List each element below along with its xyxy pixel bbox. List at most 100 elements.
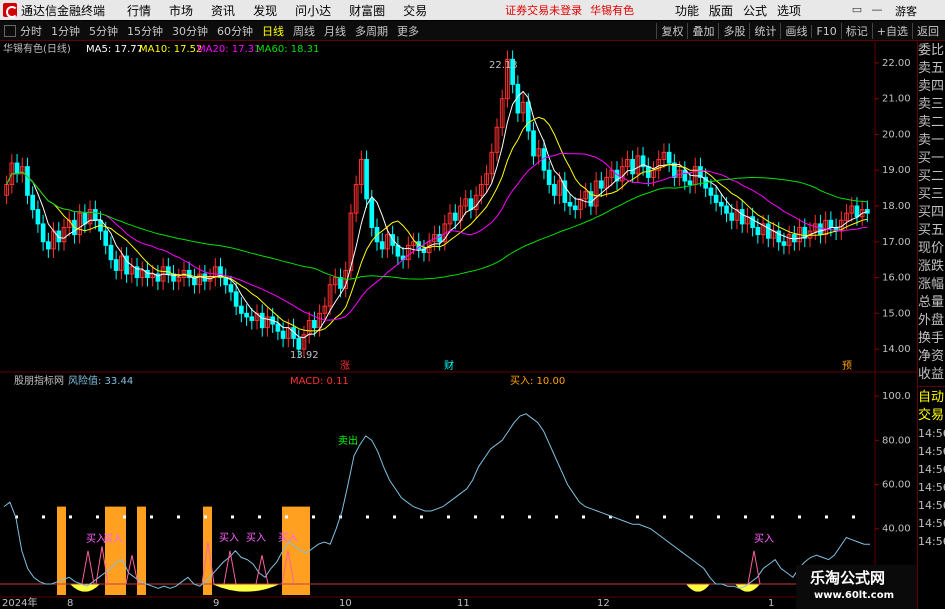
menu-market[interactable]: 市场 xyxy=(169,2,193,19)
ma60-legend: MA60: 18.31 xyxy=(256,44,319,55)
tick-time: 14:56 xyxy=(918,499,945,512)
menu-layout[interactable]: 版面 xyxy=(709,2,733,19)
ma-lines xyxy=(6,90,868,339)
signal-dot xyxy=(636,515,639,519)
candle-body xyxy=(546,169,552,186)
menu-quotes[interactable]: 行情 xyxy=(127,2,151,19)
menu-ask[interactable]: 问小达 xyxy=(295,2,331,19)
period-weekly[interactable]: 周线 xyxy=(293,23,315,39)
mark-button[interactable]: 标记 xyxy=(840,23,872,39)
x-label-sep: 9 xyxy=(213,598,219,609)
ma-60-line xyxy=(6,171,868,280)
stock-chart[interactable]: 22.00 21.00 20.00 19.00 18.00 17.00 16.00 15.00… xyxy=(0,42,917,609)
side-label: 卖一 xyxy=(918,133,945,148)
adjust-button[interactable]: 复权 xyxy=(656,23,687,39)
candle-body xyxy=(552,184,557,196)
menu-discover[interactable]: 发现 xyxy=(253,2,277,19)
candle-body xyxy=(296,337,302,350)
y-tick-label: 22.00 xyxy=(882,58,911,69)
side-label: 涨幅 xyxy=(918,277,945,292)
menu-news[interactable]: 资讯 xyxy=(211,2,235,19)
period-5min[interactable]: 5分钟 xyxy=(89,23,118,39)
signal-dot xyxy=(852,515,855,519)
indicator-name[interactable]: 股朋指标网 xyxy=(14,374,64,387)
period-multi[interactable]: 多周期 xyxy=(355,23,388,39)
candle-body xyxy=(708,187,714,196)
candle-body xyxy=(92,209,98,221)
period-1min[interactable]: 1分钟 xyxy=(51,23,80,39)
candle-body xyxy=(14,162,20,175)
x-label-dec: 12 xyxy=(597,598,610,609)
f10-button[interactable]: F10 xyxy=(811,24,840,38)
candle-body xyxy=(312,319,317,329)
back-button[interactable]: 返回 xyxy=(912,23,943,39)
buy-signal: 买入 xyxy=(754,533,774,545)
layout-icon[interactable] xyxy=(4,24,16,37)
watermark-url: www.60lt.com xyxy=(814,590,895,601)
tick-time: 14:56 xyxy=(918,427,945,440)
candle-body xyxy=(630,158,635,175)
side-label: 净资 xyxy=(918,349,945,364)
marker-cai[interactable]: 财 xyxy=(444,359,454,372)
tick-time: 14:56 xyxy=(918,481,945,494)
candle-body xyxy=(525,101,531,132)
auto-trade-label[interactable]: 自动 xyxy=(918,389,945,407)
period-toolbar: 分时 1分钟 5分钟 15分钟 30分钟 60分钟 日线 周线 月线 多周期 更… xyxy=(0,21,945,41)
period-minute[interactable]: 分时 xyxy=(20,23,42,39)
risk-value: 风险值: 33.44 xyxy=(68,374,133,387)
auto-trade-label[interactable]: 交易 xyxy=(918,407,945,425)
signal-dot xyxy=(150,515,153,519)
period-monthly[interactable]: 月线 xyxy=(324,23,346,39)
period-15min[interactable]: 15分钟 xyxy=(127,23,163,39)
candle-body xyxy=(395,244,401,257)
login-alert[interactable]: 证券交易未登录 xyxy=(505,2,582,18)
overlay-button[interactable]: 叠加 xyxy=(687,23,718,39)
marker-yu[interactable]: 预 xyxy=(842,360,852,372)
signal-dot xyxy=(420,515,423,519)
y-tick-label: 20.00 xyxy=(882,129,911,140)
side-label: 买五 xyxy=(918,223,945,238)
guest-label[interactable]: 游客 xyxy=(895,3,917,19)
x-label-2024: 2024年 xyxy=(2,596,37,609)
candle-body xyxy=(729,212,735,221)
period-30min[interactable]: 30分钟 xyxy=(172,23,208,39)
high-price-label: 22.13 xyxy=(489,60,518,71)
add-watchlist-button[interactable]: +自选 xyxy=(871,23,912,39)
menu-function[interactable]: 功能 xyxy=(675,2,699,19)
buy-value: 买入: 10.00 xyxy=(510,375,565,387)
side-label: 收益 xyxy=(918,367,945,382)
draw-button[interactable]: 画线 xyxy=(780,23,811,39)
period-more[interactable]: 更多 xyxy=(397,23,419,39)
period-60min[interactable]: 60分钟 xyxy=(217,23,253,39)
y-tick-label: 40.00 xyxy=(882,524,911,535)
current-stock-name: 华锡有色 xyxy=(590,4,635,17)
side-label: 买二 xyxy=(918,169,945,184)
minimize-icon[interactable]: — xyxy=(869,2,885,18)
signal-dot xyxy=(717,515,720,519)
restore-icon[interactable]: ▭ xyxy=(849,2,865,18)
candle-body xyxy=(82,212,88,225)
menu-trade[interactable]: 交易 xyxy=(403,2,427,19)
side-label: 买一 xyxy=(918,151,945,166)
signal-dot xyxy=(69,515,72,519)
y-tick-label: 14.00 xyxy=(882,344,911,355)
ma-5-line xyxy=(6,90,868,339)
marker-zhang[interactable]: 涨 xyxy=(340,360,350,372)
buy-spike xyxy=(125,555,139,585)
side-label: 卖二 xyxy=(918,115,945,130)
x-label-oct: 10 xyxy=(339,598,352,609)
candle-body xyxy=(531,130,536,157)
side-label: 卖五 xyxy=(918,61,945,76)
stats-button[interactable]: 统计 xyxy=(749,23,780,39)
menu-formula[interactable]: 公式 xyxy=(743,2,767,19)
buy-zone-bar xyxy=(282,506,310,595)
signal-dot xyxy=(42,515,45,519)
multi-stock-button[interactable]: 多股 xyxy=(718,23,749,39)
buy-spike xyxy=(223,550,237,585)
period-daily[interactable]: 日线 xyxy=(262,23,284,39)
tick-time: 14:56 xyxy=(918,517,945,530)
side-label: 换手 xyxy=(918,331,945,346)
menu-wealth[interactable]: 财富圈 xyxy=(349,2,385,19)
menu-options[interactable]: 选项 xyxy=(777,2,801,19)
quote-side-panel: 委比 卖五 卖四 卖三 卖二 卖一 买一 买二 买三 买四 买五 现价 涨跌 涨… xyxy=(917,42,945,609)
